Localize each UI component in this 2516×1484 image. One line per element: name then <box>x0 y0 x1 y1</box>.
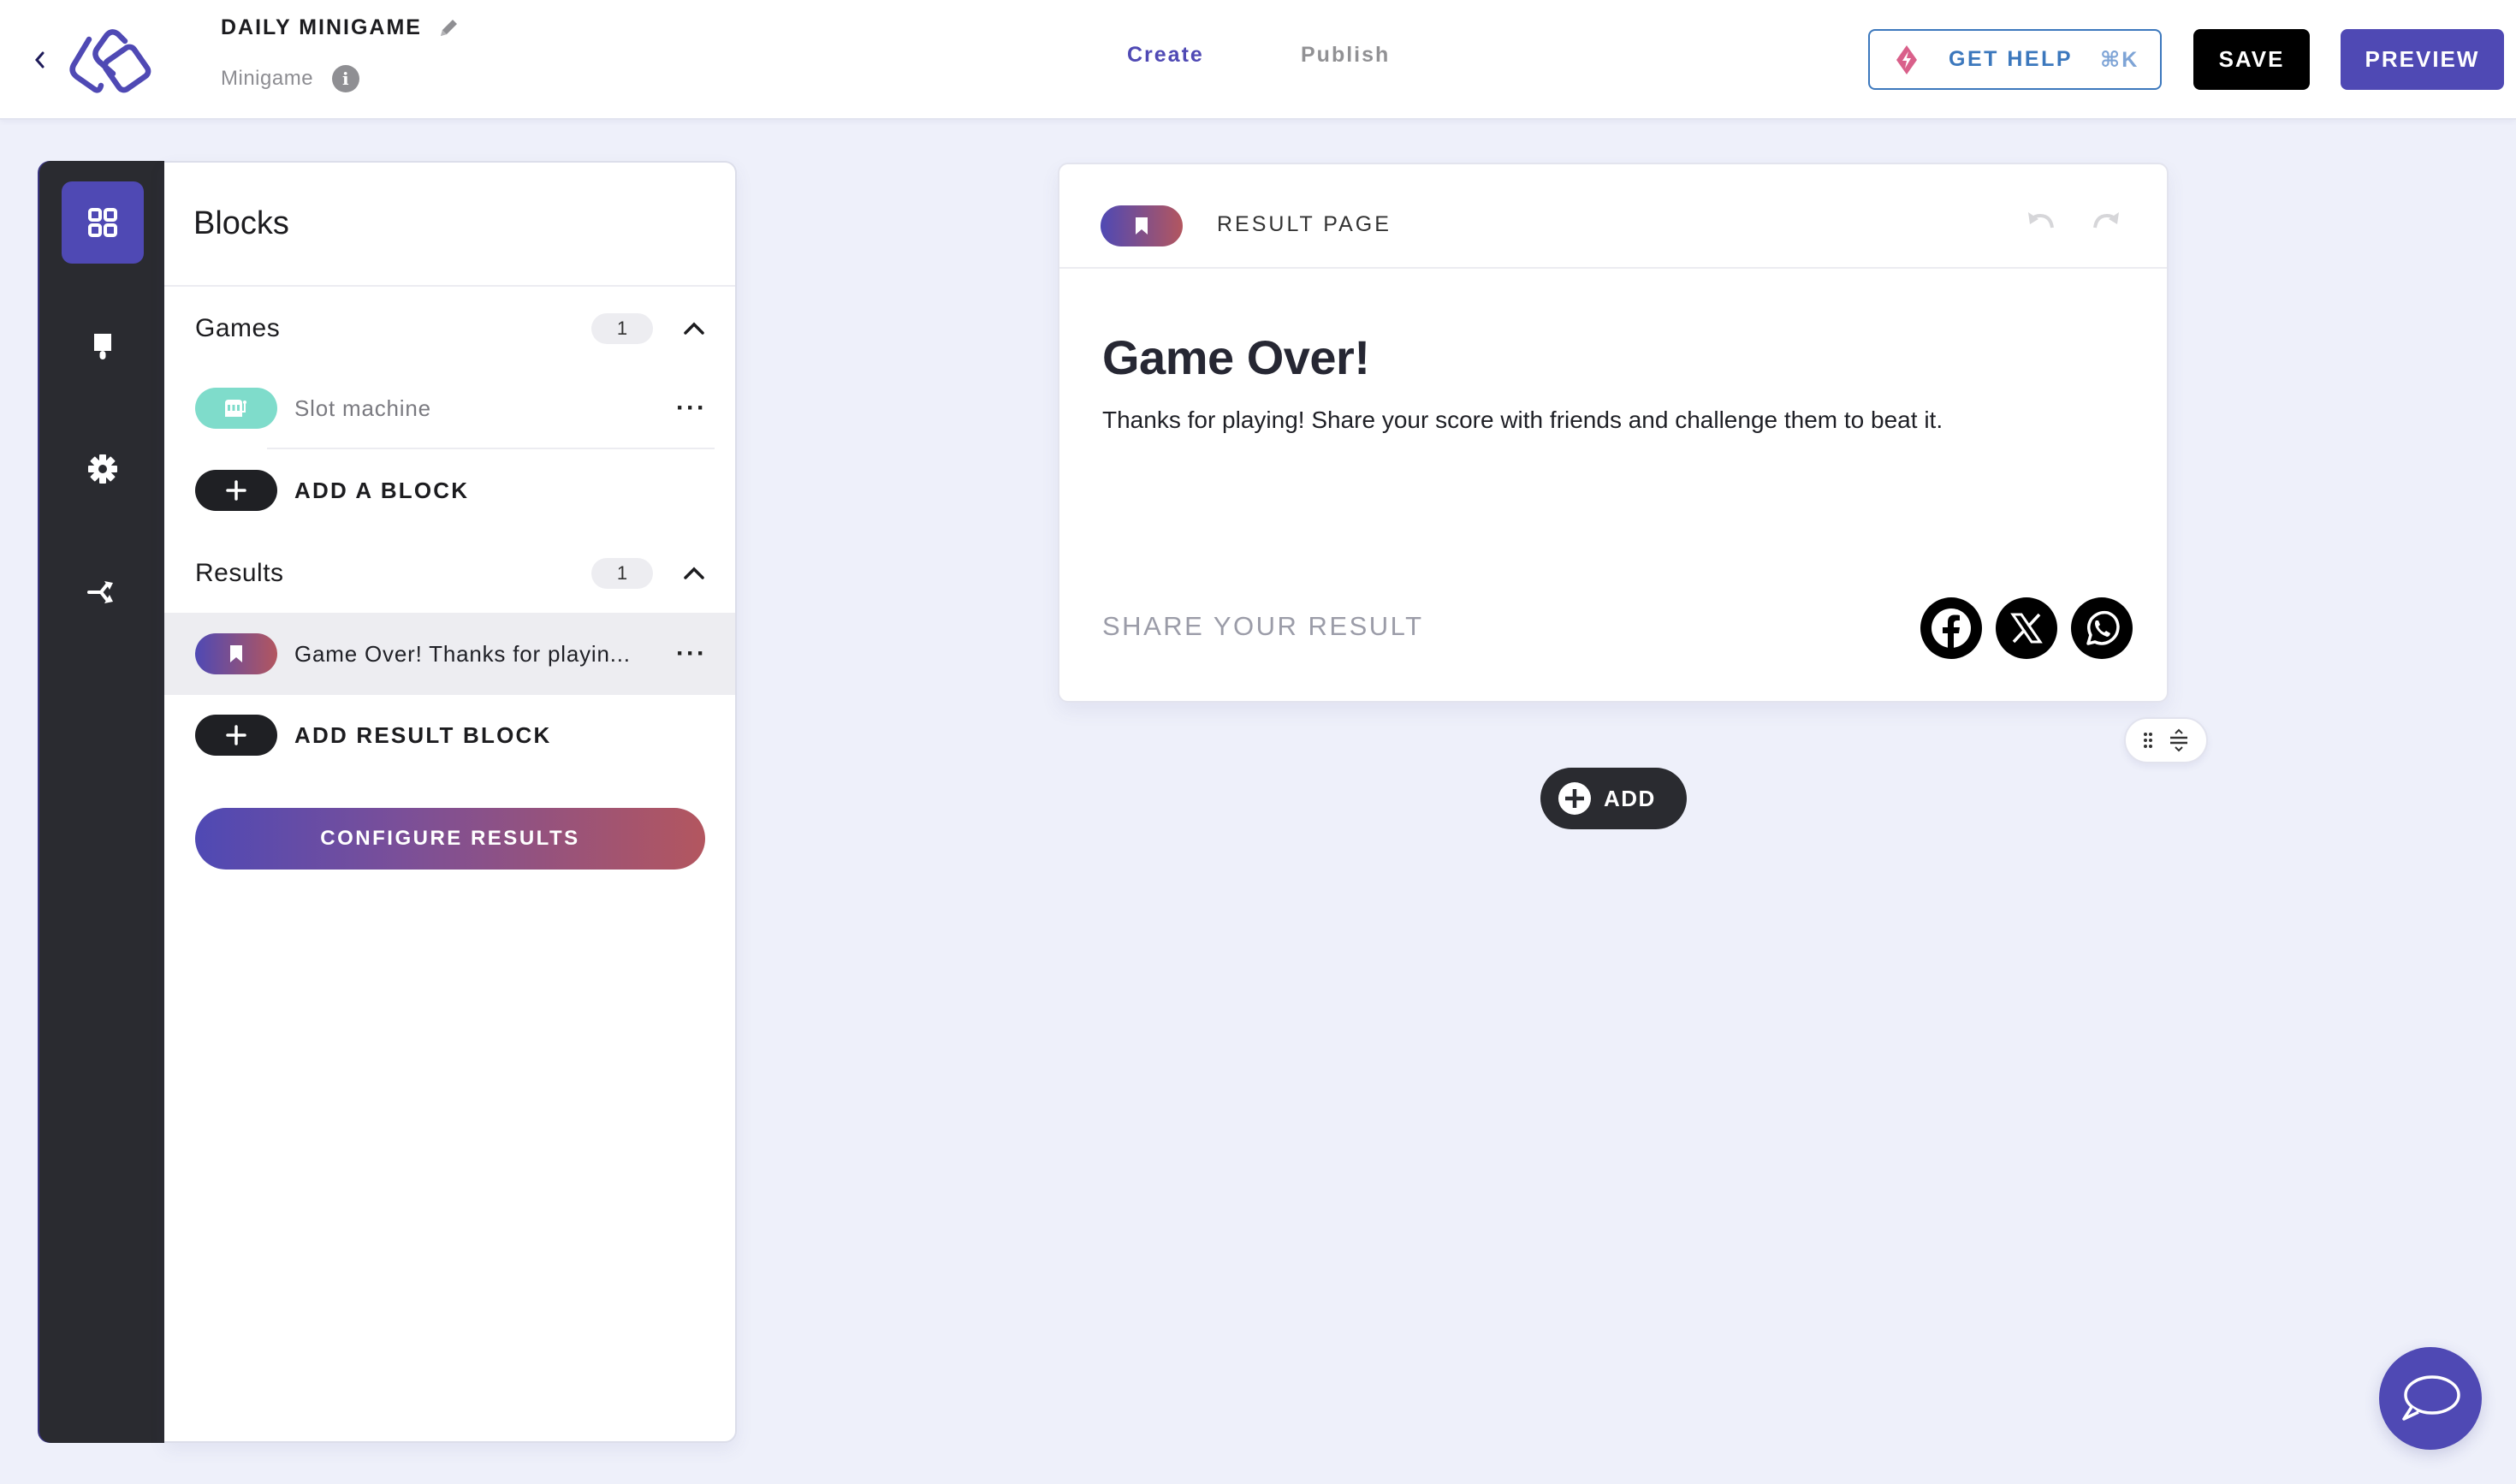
plus-circle-icon <box>1558 782 1591 815</box>
info-icon[interactable]: i <box>332 65 360 92</box>
games-count-badge: 1 <box>591 313 653 344</box>
bookmark-icon <box>1136 217 1148 234</box>
add-block-button[interactable]: ADD A BLOCK <box>164 449 735 531</box>
more-options-button[interactable]: ··· <box>674 394 709 423</box>
branch-icon <box>87 581 113 603</box>
slot-machine-icon <box>225 400 246 417</box>
games-section-header[interactable]: Games 1 <box>195 307 709 350</box>
result-page-card[interactable]: RESULT PAGE Game Over! Thanks for playin… <box>1058 163 2169 703</box>
pencil-icon[interactable] <box>437 17 460 39</box>
resize-vertical-icon[interactable] <box>2169 728 2189 752</box>
redo-icon[interactable] <box>2088 205 2122 236</box>
grid-icon <box>88 208 117 237</box>
slot-machine-label: Slot machine <box>294 395 431 421</box>
add-label: ADD <box>1604 785 1656 811</box>
list-item-slot-machine[interactable]: Slot machine ··· <box>164 367 735 449</box>
add-result-block-label: ADD RESULT BLOCK <box>294 721 552 748</box>
slot-machine-pill <box>195 388 277 429</box>
result-heading[interactable]: Game Over! <box>1102 329 1370 385</box>
sidebar-item-design[interactable] <box>62 306 144 388</box>
project-type: Minigame i <box>221 65 360 92</box>
results-section-label: Results <box>195 559 284 587</box>
games-section-label: Games <box>195 314 281 342</box>
blocks-panel: Blocks Games 1 Slot machine ··· ADD A BL… <box>164 161 737 1443</box>
collapse-games-button[interactable] <box>679 313 709 344</box>
chat-support-button[interactable] <box>2379 1347 2482 1450</box>
get-help-label: GET HELP <box>1949 47 2074 71</box>
list-item-result[interactable]: Game Over! Thanks for playin... ··· <box>164 613 735 695</box>
sidebar-item-connections[interactable] <box>62 551 144 633</box>
chevron-left-icon <box>35 51 45 68</box>
preview-button[interactable]: PREVIEW <box>2341 29 2504 90</box>
drag-handle-icon[interactable] <box>2143 731 2153 750</box>
facebook-share-button[interactable] <box>1920 597 1982 659</box>
facebook-icon <box>1932 608 1971 649</box>
get-help-button[interactable]: GET HELP ⌘K <box>1868 29 2162 90</box>
sidebar-rail <box>39 161 166 1443</box>
sidebar-item-settings[interactable] <box>62 428 144 510</box>
bookmark-icon <box>230 645 242 662</box>
result-pill <box>195 633 277 674</box>
save-button[interactable]: SAVE <box>2193 29 2310 90</box>
x-icon <box>2010 613 2043 644</box>
tab-publish[interactable]: Publish <box>1301 43 1390 68</box>
plus-icon <box>226 725 246 745</box>
result-label: Game Over! Thanks for playin... <box>294 640 631 667</box>
add-block-label: ADD A BLOCK <box>294 477 470 503</box>
card-type-label: RESULT PAGE <box>1217 212 1392 236</box>
chevron-up-icon <box>684 322 704 335</box>
add-block-pill <box>195 470 277 511</box>
shortcut-hint: ⌘K <box>2100 47 2139 72</box>
plus-icon <box>226 480 246 501</box>
gear-icon <box>88 454 117 484</box>
results-count-badge: 1 <box>591 558 653 589</box>
add-result-block-button[interactable]: ADD RESULT BLOCK <box>164 694 735 776</box>
lightning-diamond-icon <box>1896 45 1917 74</box>
whatsapp-icon <box>2086 610 2120 645</box>
chevron-up-icon <box>684 567 704 579</box>
share-label: SHARE YOUR RESULT <box>1102 611 1424 641</box>
result-page-pill <box>1101 205 1183 246</box>
app-logo[interactable] <box>60 27 156 94</box>
result-body-text[interactable]: Thanks for playing! Share your score wit… <box>1102 407 1943 434</box>
chat-bubble-icon <box>2402 1375 2460 1421</box>
panel-title: Blocks <box>193 205 289 241</box>
block-toolbar <box>2124 717 2208 763</box>
results-section-header[interactable]: Results 1 <box>195 552 709 595</box>
card-header: RESULT PAGE <box>1059 164 2167 269</box>
more-options-button[interactable]: ··· <box>674 639 709 668</box>
back-button[interactable] <box>29 45 50 75</box>
project-type-text: Minigame <box>221 67 314 90</box>
whatsapp-share-button[interactable] <box>2071 597 2133 659</box>
project-title: DAILY MINIGAME <box>221 15 460 40</box>
add-result-pill <box>195 715 277 756</box>
tab-create[interactable]: Create <box>1127 43 1204 68</box>
top-header: DAILY MINIGAME Minigame i Create Publish… <box>0 0 2516 120</box>
project-title-text: DAILY MINIGAME <box>221 15 422 39</box>
collapse-results-button[interactable] <box>679 558 709 589</box>
divider <box>164 285 735 287</box>
undo-icon[interactable] <box>2025 205 2059 236</box>
paint-brush-icon <box>94 334 111 359</box>
add-block-canvas-button[interactable]: ADD <box>1540 768 1687 829</box>
sidebar-item-blocks[interactable] <box>62 181 144 264</box>
configure-results-button[interactable]: CONFIGURE RESULTS <box>195 808 705 870</box>
x-share-button[interactable] <box>1996 597 2057 659</box>
